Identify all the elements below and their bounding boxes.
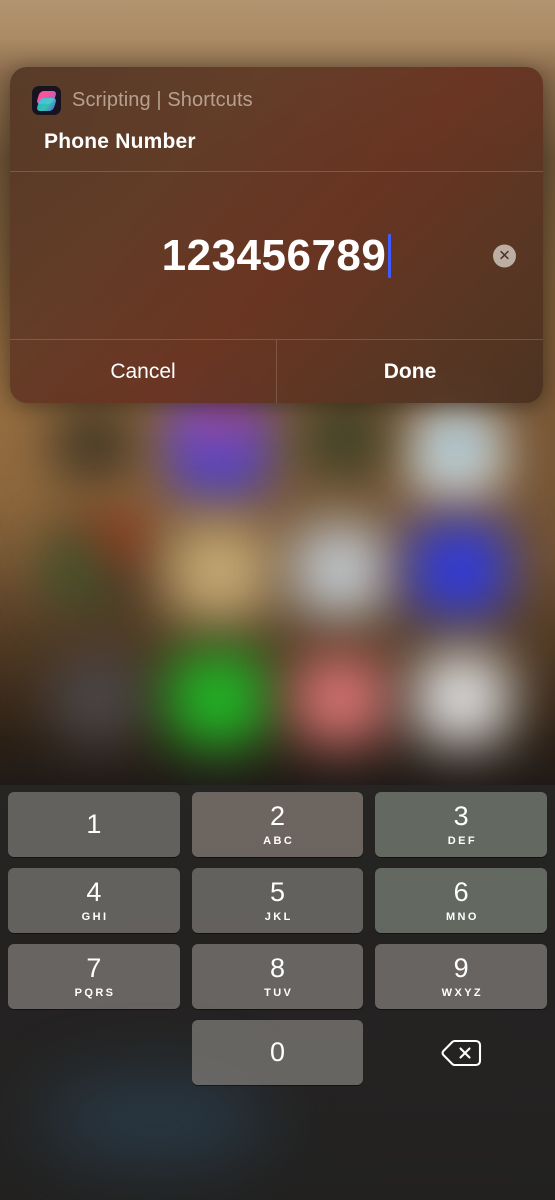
key-6-letters: MNO [445,910,479,923]
text-caret [388,233,392,278]
key-4-letters: GHI [81,910,109,923]
key-6-digit: 6 [453,876,469,907]
key-5[interactable]: 5 JKL [191,868,364,933]
key-3-digit: 3 [453,800,469,831]
key-0[interactable]: 0 [191,1020,364,1085]
dialog-header: Scripting | Shortcuts Phone Number [10,67,543,171]
key-3-letters: DEF [447,834,477,847]
done-button[interactable]: Done [277,340,543,403]
key-2-letters: ABC [263,834,295,847]
key-7-digit: 7 [86,952,102,983]
page-title: Phone Number [44,130,196,153]
key-2-digit: 2 [269,800,286,831]
key-1[interactable]: 1 [8,792,180,857]
input-alert-dialog: Scripting | Shortcuts Phone Number 12345… [10,67,543,403]
key-8-digit: 8 [269,952,286,983]
phone-number-input-value[interactable]: 123456789 [162,233,387,278]
keypad-row-4: 0 [8,1020,547,1085]
key-5-letters: JKL [264,910,293,923]
backspace-delete-icon[interactable] [375,1020,547,1085]
keypad-row-1: 1 2 ABC 3 DEF [8,792,548,857]
shortcuts-app-icon [32,85,61,115]
key-9-letters: WXYZ [441,986,484,999]
key-3[interactable]: 3 DEF [375,792,548,857]
dialog-actions: Cancel Done [10,340,543,403]
key-9-digit: 9 [453,952,469,983]
key-8[interactable]: 8 TUV [191,944,364,1009]
key-5-digit: 5 [269,876,286,907]
key-0-digit: 0 [269,1037,286,1067]
cancel-button[interactable]: Cancel [10,340,276,403]
app-name-label: Scripting | Shortcuts [72,88,253,111]
key-4-digit: 4 [86,876,102,907]
key-4[interactable]: 4 GHI [8,868,180,933]
phone-number-field-row[interactable]: 123456789 ✕ [10,172,543,339]
keypad-row-3: 7 PQRS 8 TUV 9 WXYZ [8,944,548,1009]
text-field[interactable]: 123456789 [162,233,392,278]
key-6[interactable]: 6 MNO [375,868,548,933]
key-1-digit: 1 [86,809,102,839]
key-8-letters: TUV [264,986,294,999]
key-7[interactable]: 7 PQRS [8,944,180,1009]
key-9[interactable]: 9 WXYZ [375,944,548,1009]
keypad-row-2: 4 GHI 5 JKL 6 MNO [8,868,548,933]
iphone-screen: Scripting | Shortcuts Phone Number 12345… [0,0,555,1200]
keypad-spacer-left [8,1020,180,1085]
key-7-letters: PQRS [74,986,116,999]
numeric-keypad: 1 2 ABC 3 DEF 4 GHI 5 JKL 6 MNO 7 PQRS 8… [0,792,555,1096]
app-attribution-row: Scripting | Shortcuts [32,85,521,115]
key-2[interactable]: 2 ABC [191,792,364,857]
clear-circle-x-icon[interactable]: ✕ [493,244,516,267]
